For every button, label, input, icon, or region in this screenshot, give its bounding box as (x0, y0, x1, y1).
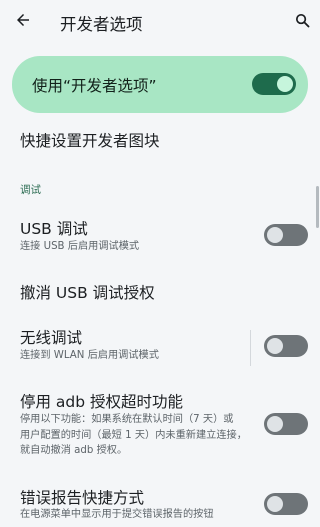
use-developer-options-label: 使用“开发者选项” (32, 77, 157, 95)
adb-timeout-switch[interactable] (264, 413, 308, 435)
wireless-debugging-subtitle: 连接到 WLAN 后启用调试模式 (20, 350, 159, 361)
developer-options-screen: 开发者选项 使用“开发者选项” 快捷设置开发者图块 调试 USB 调试 连接 U… (0, 0, 320, 527)
switch-thumb (267, 496, 283, 512)
adb-timeout-subtitle: 停用以下功能：如果系统在默认时间（7 天）或 用户配置的时间（最短 1 天）内未… (20, 412, 250, 459)
usb-debugging-switch[interactable] (264, 224, 308, 246)
adb-timeout-title: 停用 adb 授权超时功能 (20, 393, 184, 411)
wireless-debugging-title: 无线调试 (20, 329, 83, 347)
revoke-usb-authorizations-item[interactable]: 撤消 USB 调试授权 (0, 272, 320, 312)
quick-settings-tiles-label: 快捷设置开发者图块 (20, 132, 160, 150)
bug-report-shortcut-subtitle: 在电源菜单中显示用于提交错误报告的按钮 (20, 509, 214, 520)
app-bar: 开发者选项 (0, 0, 320, 44)
use-developer-options-switch[interactable] (252, 73, 296, 95)
revoke-usb-authorizations-title: 撤消 USB 调试授权 (20, 284, 155, 302)
switch-thumb (267, 416, 283, 432)
bug-report-shortcut-switch[interactable] (264, 493, 308, 515)
switch-thumb (277, 76, 293, 92)
bug-report-shortcut-item[interactable]: 错误报告快捷方式 在电源菜单中显示用于提交错误报告的按钮 (0, 478, 320, 527)
search-button[interactable] (287, 7, 317, 37)
scrollbar[interactable] (316, 186, 319, 228)
bug-report-shortcut-title: 错误报告快捷方式 (20, 489, 145, 507)
adb-timeout-subtitle-line: 就自动撤消 adb 授权。 (20, 445, 128, 456)
divider (250, 330, 251, 366)
quick-settings-tiles-item[interactable]: 快捷设置开发者图块 (0, 118, 320, 162)
adb-timeout-subtitle-line: 用户配置的时间（最短 1 天）内未重新建立连接， (20, 429, 247, 441)
section-header-debugging: 调试 (20, 184, 41, 196)
page-title: 开发者选项 (60, 15, 143, 34)
arrow-back-icon (14, 11, 32, 33)
adb-timeout-item[interactable]: 停用 adb 授权超时功能 停用以下功能：如果系统在默认时间（7 天）或 用户配… (0, 381, 320, 461)
back-button[interactable] (8, 7, 38, 37)
usb-debugging-item[interactable]: USB 调试 连接 USB 后启用调试模式 (0, 210, 320, 266)
use-developer-options-card[interactable]: 使用“开发者选项” (12, 56, 308, 113)
adb-timeout-subtitle-line: 停用以下功能：如果系统在默认时间（7 天）或 (20, 414, 234, 425)
usb-debugging-title: USB 调试 (20, 220, 88, 238)
search-icon (294, 12, 311, 33)
switch-thumb (267, 227, 283, 243)
usb-debugging-subtitle: 连接 USB 后启用调试模式 (20, 241, 140, 252)
wireless-debugging-switch[interactable] (264, 335, 308, 357)
switch-thumb (267, 338, 283, 354)
